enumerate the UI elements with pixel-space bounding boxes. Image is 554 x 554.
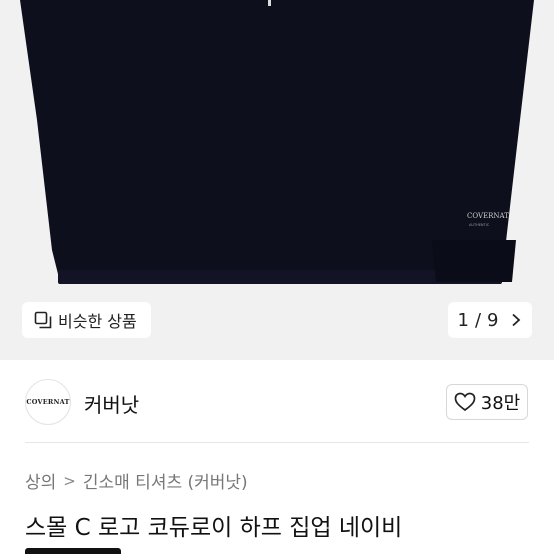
breadcrumb-item-subcategory[interactable]: 긴소매 티셔츠 (커버낫) <box>83 468 248 493</box>
page-separator: / <box>474 309 482 331</box>
bottom-tag <box>25 548 121 554</box>
similar-items-icon <box>34 311 52 329</box>
product-image-gallery[interactable]: COVERNAT AUTHENTIC 비슷한 상품 1 / 9 <box>0 0 554 360</box>
store-name[interactable]: 커버낫 <box>84 389 139 418</box>
page-total: 9 <box>487 309 499 331</box>
like-count: 38만 <box>480 393 521 414</box>
divider <box>25 442 529 443</box>
svg-text:AUTHENTIC: AUTHENTIC <box>469 223 490 227</box>
similar-items-label: 비슷한 상품 <box>58 312 137 331</box>
like-button[interactable]: 38만 <box>446 384 528 420</box>
heart-icon <box>454 392 476 412</box>
product-title: 스몰 C 로고 코듀로이 하프 집업 네이비 <box>25 515 403 541</box>
garment-logo: COVERNAT <box>467 212 509 220</box>
image-pager[interactable]: 1 / 9 <box>448 302 532 338</box>
chevron-right-icon[interactable] <box>510 313 522 327</box>
breadcrumb-separator: > <box>63 471 76 490</box>
breadcrumb-item-category[interactable]: 상의 <box>25 468 56 493</box>
similar-items-button[interactable]: 비슷한 상품 <box>22 302 151 338</box>
store-logo[interactable]: COVERNAT <box>25 379 71 425</box>
page-current: 1 <box>457 309 469 331</box>
store-row: COVERNAT 커버낫 38만 <box>0 360 554 442</box>
breadcrumb: 상의 > 긴소매 티셔츠 (커버낫) <box>25 468 248 494</box>
